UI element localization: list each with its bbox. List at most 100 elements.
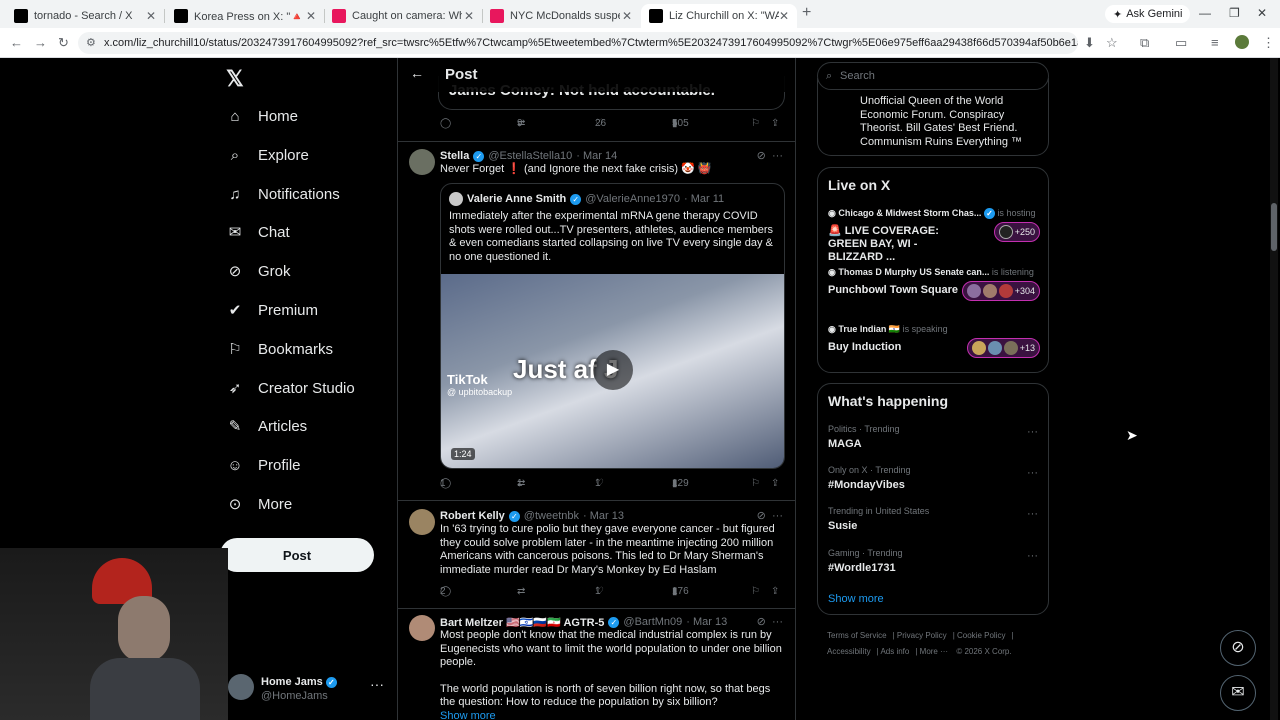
reload-icon[interactable]: ↻ bbox=[58, 35, 69, 51]
extensions-icon[interactable]: ⧉ bbox=[1140, 35, 1149, 51]
sidebar-item-notifications[interactable]: ♫ Notifications bbox=[226, 179, 339, 209]
back-icon[interactable]: ← bbox=[10, 35, 23, 50]
author-handle[interactable]: @BartMn09 bbox=[623, 616, 682, 628]
avatar[interactable] bbox=[409, 149, 435, 175]
author-handle[interactable]: @tweetnbk bbox=[524, 510, 579, 522]
trend-item[interactable]: Only on X · Trending #MondayVibes ··· bbox=[828, 465, 1040, 491]
live-space[interactable]: ◉ True Indian 🇮🇳 is speaking Buy Inducti… bbox=[828, 324, 1040, 374]
browser-tab-active[interactable]: Liz Churchill on X: "WAR CRIM ✕ bbox=[641, 4, 797, 28]
ellipsis-icon[interactable]: ··· bbox=[1027, 426, 1038, 438]
install-icon[interactable]: ⬇ bbox=[1084, 35, 1095, 51]
quoted-post[interactable]: Valerie Anne Smith ✓ @ValerieAnne1970 · … bbox=[440, 183, 785, 469]
share-icon[interactable]: ⇪ bbox=[771, 586, 779, 597]
listeners-pill[interactable]: +304 bbox=[961, 281, 1040, 301]
avatar[interactable] bbox=[409, 615, 435, 641]
footer-link[interactable]: Cookie Policy bbox=[957, 631, 1005, 640]
ellipsis-icon[interactable]: ··· bbox=[772, 510, 783, 522]
listeners-pill[interactable]: +250 bbox=[993, 222, 1040, 242]
browser-tab[interactable]: Korea Press on X: "🔺🔺🔺 Tru ✕ bbox=[166, 4, 324, 28]
author-name[interactable]: Robert Kelly bbox=[440, 510, 505, 522]
share-icon[interactable]: ⇪ bbox=[771, 478, 779, 489]
show-more-link[interactable]: Show more bbox=[440, 710, 785, 720]
video-player[interactable]: Just af J TikTok @ upbitobackup ▶ 1:24 bbox=[441, 274, 784, 468]
trend-item[interactable]: Politics · Trending MAGA ··· bbox=[828, 424, 1040, 450]
sidebar-item-home[interactable]: ⌂ Home bbox=[226, 101, 298, 131]
footer-link[interactable]: More ··· bbox=[920, 647, 948, 656]
bookmark-star-icon[interactable]: ☆ bbox=[1106, 35, 1118, 51]
messages-fab-icon[interactable]: ✉ bbox=[1220, 675, 1256, 711]
close-window-icon[interactable]: ✕ bbox=[1257, 6, 1267, 20]
account-switcher[interactable]: Home Jams ✓ @HomeJams ··· bbox=[228, 672, 388, 712]
sidebar-item-grok[interactable]: ⊘ Grok bbox=[226, 256, 291, 286]
footer-link[interactable]: Privacy Policy bbox=[897, 631, 947, 640]
reply-post[interactable]: Stella ✓ @EstellaStella10 · Mar 14 ⊘ ···… bbox=[398, 149, 795, 496]
post-date[interactable]: · Mar 14 bbox=[576, 150, 617, 162]
browser-tab[interactable]: Caught on camera: Whataburg ✕ bbox=[324, 4, 482, 28]
sidebar-item-premium[interactable]: ✔ Premium bbox=[226, 295, 318, 325]
sidebar-item-bookmarks[interactable]: ⚐ Bookmarks bbox=[226, 334, 333, 364]
grok-icon[interactable]: ⊘ bbox=[757, 616, 766, 628]
x-logo-icon[interactable]: 𝕏 bbox=[226, 66, 244, 92]
close-tab-icon[interactable]: ✕ bbox=[779, 9, 789, 23]
avatar[interactable] bbox=[409, 509, 435, 535]
reply-post[interactable]: Bart Meltzer 🇺🇸🇮🇱🇷🇺🇮🇷 AGTR-5 ✓ @BartMn09… bbox=[398, 615, 795, 720]
post-button[interactable]: Post bbox=[220, 538, 374, 572]
show-more-link[interactable]: Show more bbox=[828, 593, 884, 605]
share-icon[interactable]: ⇪ bbox=[771, 118, 779, 129]
ellipsis-icon[interactable]: ··· bbox=[772, 150, 783, 162]
sidebar-item-creator-studio[interactable]: ➶ Creator Studio bbox=[226, 373, 355, 403]
site-info-icon[interactable]: ⚙ bbox=[86, 32, 96, 54]
ellipsis-icon[interactable]: ··· bbox=[1027, 467, 1038, 479]
ask-gemini-button[interactable]: ✦ Ask Gemini bbox=[1105, 5, 1191, 23]
footer-link[interactable]: Accessibility bbox=[827, 647, 871, 656]
bookmark-icon[interactable]: ⚐ bbox=[751, 586, 760, 597]
new-tab-icon[interactable]: + bbox=[802, 4, 811, 22]
reply-post[interactable]: Robert Kelly ✓ @tweetnbk · Mar 13 ⊘ ··· … bbox=[398, 509, 795, 604]
post-date[interactable]: · Mar 13 bbox=[686, 616, 727, 628]
grok-icon[interactable]: ⊘ bbox=[757, 510, 766, 522]
sidebar-item-explore[interactable]: ⌕ Explore bbox=[226, 140, 309, 170]
grok-icon[interactable]: ⊘ bbox=[757, 150, 766, 162]
ellipsis-icon[interactable]: ··· bbox=[772, 616, 783, 628]
sidebar-item-more[interactable]: ⊙ More bbox=[226, 489, 292, 519]
close-tab-icon[interactable]: ✕ bbox=[464, 9, 474, 23]
grok-fab-icon[interactable]: ⊘ bbox=[1220, 630, 1256, 666]
close-tab-icon[interactable]: ✕ bbox=[306, 9, 316, 23]
ellipsis-icon[interactable]: ··· bbox=[1027, 550, 1038, 562]
browser-tab[interactable]: NYC McDonalds suspects indic ✕ bbox=[482, 4, 640, 28]
downloads-icon[interactable]: ≡ bbox=[1211, 35, 1219, 50]
sidebar-item-profile[interactable]: ☺ Profile bbox=[226, 450, 300, 480]
forward-icon[interactable]: → bbox=[34, 35, 47, 50]
trend-item[interactable]: Gaming · Trending #Wordle1731 ··· bbox=[828, 548, 1040, 574]
trend-item[interactable]: Trending in United States Susie ··· bbox=[828, 506, 1040, 532]
sidebar-item-articles[interactable]: ✎ Articles bbox=[226, 411, 307, 441]
sidebar-item-chat[interactable]: ✉ Chat bbox=[226, 217, 290, 247]
ellipsis-icon[interactable]: ··· bbox=[1027, 508, 1038, 520]
profile-avatar[interactable] bbox=[1235, 35, 1249, 49]
close-tab-icon[interactable]: ✕ bbox=[622, 9, 632, 23]
ellipsis-icon[interactable]: ··· bbox=[370, 676, 384, 692]
close-tab-icon[interactable]: ✕ bbox=[146, 9, 156, 23]
footer-link[interactable]: Ads info bbox=[880, 647, 909, 656]
browser-tab[interactable]: tornado - Search / X ✕ bbox=[6, 4, 164, 28]
play-icon[interactable]: ▶ bbox=[593, 350, 633, 390]
author-handle[interactable]: @EstellaStella10 bbox=[488, 150, 572, 162]
address-bar[interactable]: ⚙ x.com/liz_churchill10/status/203247391… bbox=[78, 32, 1078, 54]
tab-search-icon[interactable]: ▭ bbox=[1175, 35, 1187, 51]
live-space[interactable]: ◉ Chicago & Midwest Storm Chas... ✓ is h… bbox=[828, 208, 1040, 263]
listeners-pill[interactable]: +13 bbox=[966, 338, 1040, 358]
author-name[interactable]: Stella bbox=[440, 150, 469, 162]
minimize-icon[interactable]: — bbox=[1199, 6, 1211, 20]
bookmark-icon[interactable]: ⚐ bbox=[751, 478, 760, 489]
scrollbar-thumb[interactable] bbox=[1271, 203, 1277, 251]
bookmark-icon[interactable]: ⚐ bbox=[751, 118, 760, 129]
live-space[interactable]: ◉ Thomas D Murphy US Senate can... is li… bbox=[828, 267, 1040, 317]
back-arrow-icon[interactable]: ← bbox=[410, 65, 424, 81]
footer-link[interactable]: Terms of Service bbox=[827, 631, 887, 640]
webcam-overlay bbox=[0, 548, 228, 720]
post-date[interactable]: · Mar 13 bbox=[583, 510, 624, 522]
author-name[interactable]: Bart Meltzer 🇺🇸🇮🇱🇷🇺🇮🇷 AGTR-5 bbox=[440, 616, 604, 629]
scrollbar[interactable] bbox=[1270, 58, 1278, 720]
restore-icon[interactable]: ❐ bbox=[1229, 6, 1240, 20]
menu-icon[interactable]: ⋮ bbox=[1262, 35, 1275, 51]
